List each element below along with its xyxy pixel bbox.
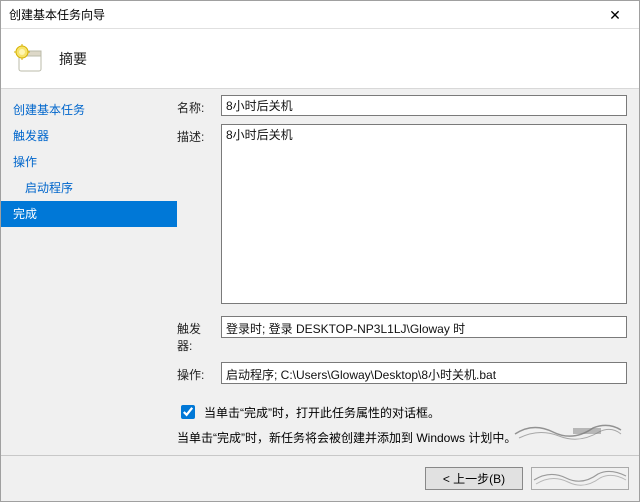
trigger-value: 登录时; 登录 DESKTOP-NP3L1LJ\Gloway 时 <box>221 316 627 338</box>
action-row: 操作: 启动程序; C:\Users\Gloway\Desktop\8小时关机.… <box>177 362 627 384</box>
calendar-sun-icon <box>13 43 45 75</box>
summary-panel: 名称: 描述: 触发器: 登录时; 登录 DESKTOP-NP3L1LJ\Glo… <box>177 89 639 455</box>
wizard-steps-sidebar: 创建基本任务 触发器 操作 启动程序 完成 <box>1 89 177 455</box>
finish-note-row: 当单击“完成”时，新任务将会被创建并添加到 Windows 计划中。 <box>177 426 627 448</box>
action-label: 操作: <box>177 362 221 383</box>
obscured-button[interactable] <box>531 467 629 490</box>
open-properties-checkbox[interactable] <box>181 405 195 419</box>
obscured-area-icon <box>532 468 628 488</box>
step-create-basic-task[interactable]: 创建基本任务 <box>1 97 177 123</box>
trigger-row: 触发器: 登录时; 登录 DESKTOP-NP3L1LJ\Gloway 时 <box>177 316 627 354</box>
step-action[interactable]: 操作 <box>1 149 177 175</box>
close-icon: ✕ <box>609 8 621 22</box>
obscured-area-icon <box>513 420 623 442</box>
step-finish[interactable]: 完成 <box>1 201 177 227</box>
name-label: 名称: <box>177 95 221 116</box>
finish-note: 当单击“完成”时，新任务将会被创建并添加到 Windows 计划中。 <box>177 429 516 446</box>
close-button[interactable]: ✕ <box>595 3 635 27</box>
window-title: 创建基本任务向导 <box>9 6 105 23</box>
name-row: 名称: <box>177 95 627 116</box>
trigger-label: 触发器: <box>177 316 221 354</box>
step-trigger[interactable]: 触发器 <box>1 123 177 149</box>
open-properties-label: 当单击“完成”时，打开此任务属性的对话框。 <box>204 404 440 421</box>
description-input[interactable] <box>221 124 627 304</box>
step-start-program[interactable]: 启动程序 <box>1 175 177 201</box>
titlebar: 创建基本任务向导 ✕ <box>1 1 639 29</box>
open-properties-row[interactable]: 当单击“完成”时，打开此任务属性的对话框。 <box>177 402 627 422</box>
name-input[interactable] <box>221 95 627 116</box>
wizard-heading: 摘要 <box>59 49 87 69</box>
wizard-window: 创建基本任务向导 ✕ 摘要 创建基本任务 <box>0 0 640 502</box>
wizard-body: 创建基本任务 触发器 操作 启动程序 完成 名称: 描述: 触发器: 登录时; … <box>1 89 639 455</box>
back-button[interactable]: < 上一步(B) <box>425 467 523 490</box>
description-row: 描述: <box>177 124 627 304</box>
footer-options: 当单击“完成”时，打开此任务属性的对话框。 当单击“完成”时，新任务将会被创建并… <box>177 398 627 450</box>
wizard-footer: < 上一步(B) <box>1 455 639 501</box>
description-label: 描述: <box>177 124 221 145</box>
wizard-header: 摘要 <box>1 29 639 89</box>
action-value: 启动程序; C:\Users\Gloway\Desktop\8小时关机.bat <box>221 362 627 384</box>
